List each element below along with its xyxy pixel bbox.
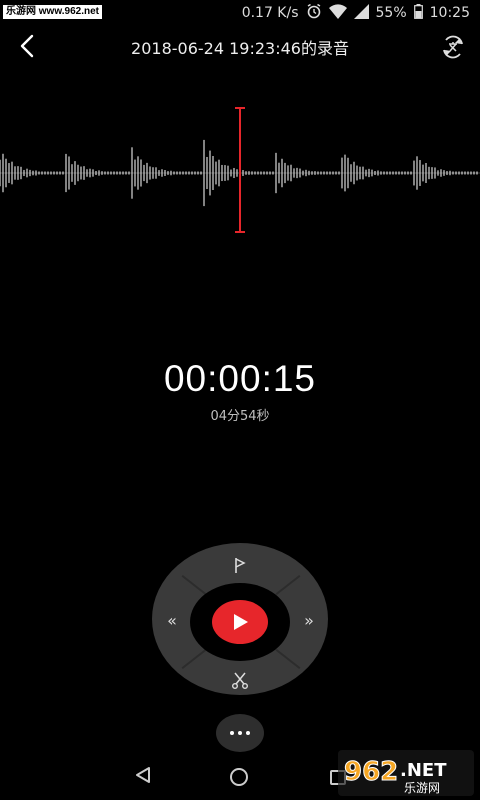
battery-icon bbox=[413, 3, 423, 23]
triangle-back-icon bbox=[136, 767, 150, 783]
translate-icon bbox=[443, 35, 463, 59]
clock: 10:25 bbox=[429, 5, 470, 21]
flag-icon bbox=[235, 558, 246, 573]
network-speed: 0.17 K/s bbox=[241, 5, 299, 21]
more-button[interactable] bbox=[216, 714, 264, 752]
962-logo-icon: 962 .NET 乐游网 bbox=[338, 750, 474, 796]
total-duration: 04分54秒 bbox=[210, 409, 270, 424]
translate-button[interactable] bbox=[438, 32, 468, 62]
site-watermark: 乐游网 www.962.net bbox=[3, 5, 102, 19]
nav-home-button[interactable] bbox=[230, 768, 248, 786]
play-icon bbox=[234, 614, 248, 630]
battery-percent: 55% bbox=[375, 5, 407, 21]
scissors-icon bbox=[232, 672, 248, 689]
alarm-icon bbox=[306, 3, 322, 23]
wifi-icon bbox=[328, 3, 347, 23]
signal-icon bbox=[353, 3, 369, 23]
page-title: 2018-06-24 19:23:46的录音 bbox=[131, 39, 349, 58]
nav-back-button[interactable] bbox=[134, 766, 152, 788]
svg-text:962: 962 bbox=[344, 757, 398, 787]
status-bar: 乐游网 www.962.net 0.17 K/s 55% 10:25 bbox=[0, 0, 480, 26]
status-icons: 0.17 K/s 55% 10:25 bbox=[242, 3, 470, 23]
site-logo: 962 .NET 乐游网 bbox=[338, 750, 474, 796]
play-button[interactable] bbox=[212, 600, 268, 644]
cut-button[interactable] bbox=[229, 669, 251, 691]
back-button[interactable] bbox=[14, 32, 42, 60]
svg-text:.NET: .NET bbox=[400, 760, 447, 781]
rewind-button[interactable]: « bbox=[160, 610, 184, 632]
mark-button[interactable] bbox=[229, 554, 251, 576]
audio-waveform[interactable] bbox=[0, 100, 480, 240]
title-bar: 2018-06-24 19:23:46的录音 bbox=[0, 26, 480, 68]
fast-forward-button[interactable]: » bbox=[297, 610, 321, 632]
back-arrow-icon bbox=[20, 34, 34, 58]
elapsed-time: 00:00:15 bbox=[163, 358, 317, 399]
svg-text:乐游网: 乐游网 bbox=[404, 781, 440, 795]
